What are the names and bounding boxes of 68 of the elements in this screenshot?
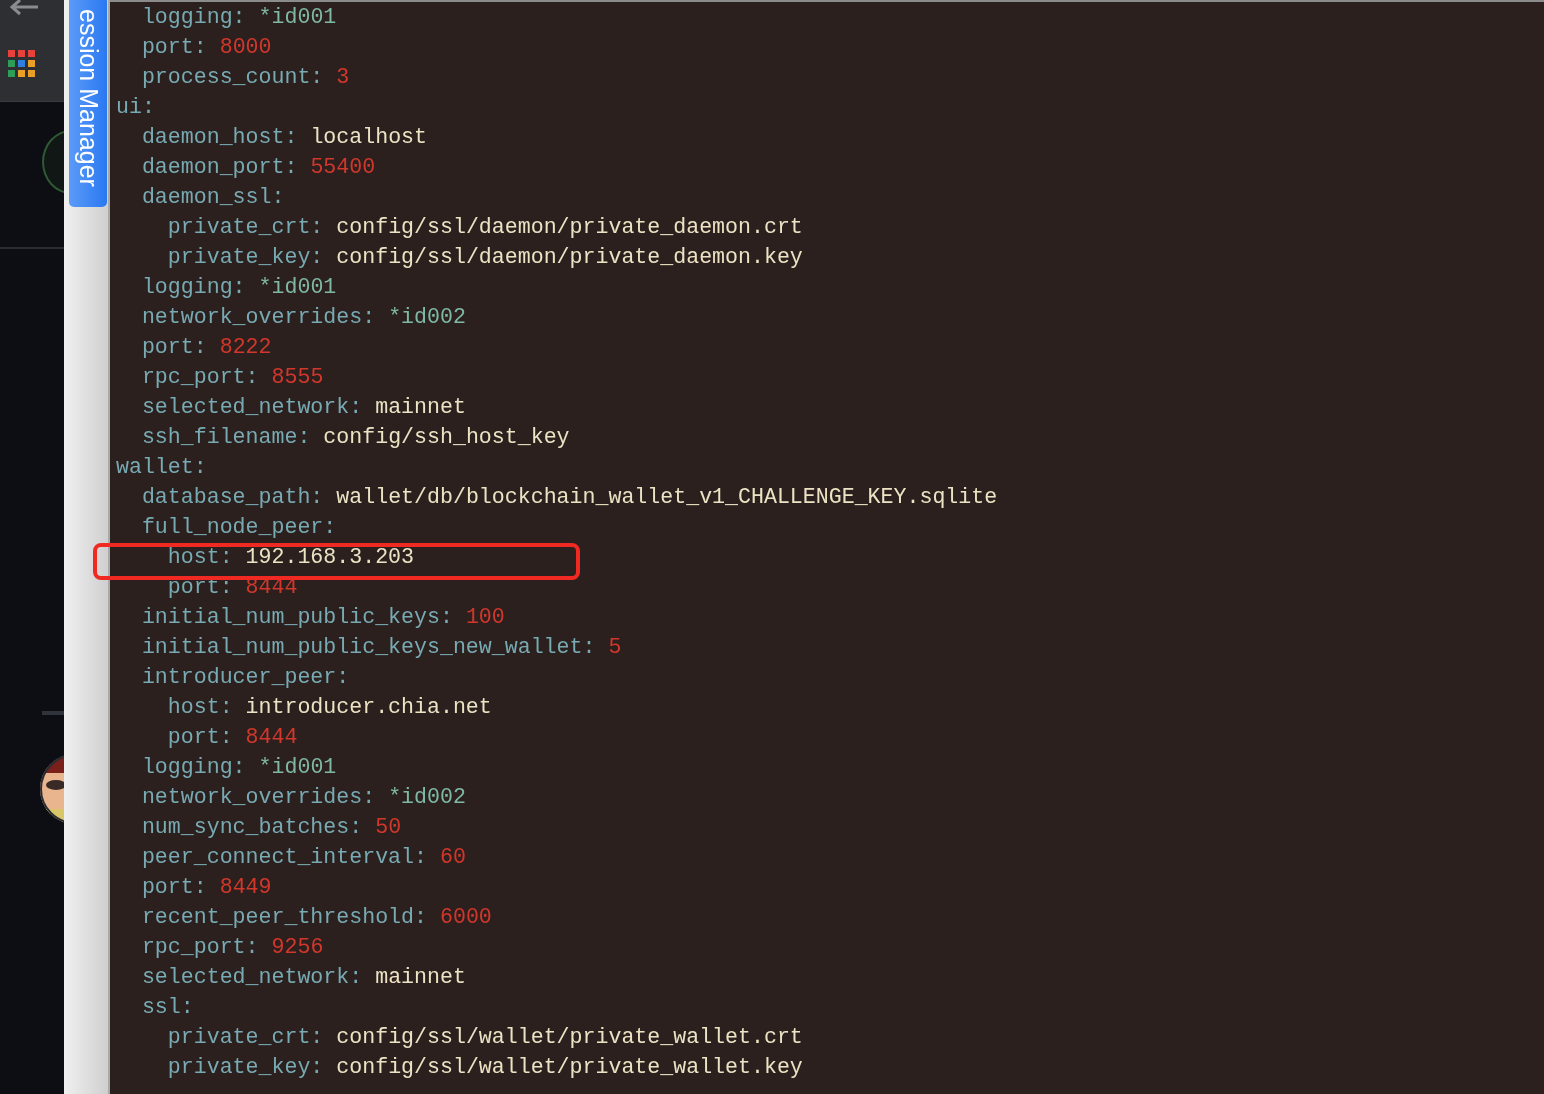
yaml-key: wallet: [116,455,207,479]
yaml-key: host: [167,545,233,569]
yaml-key: ssl: [141,995,194,1019]
yaml-key: initial_num_public_keys: [141,605,453,629]
yaml-value: *id002 [388,785,466,809]
yaml-key: private_key: [167,245,324,269]
yaml-key: private_key: [167,1055,324,1079]
yaml-key: ssh_filename: [141,425,311,449]
yaml-key: network_overrides: [141,305,376,329]
yaml-key: private_crt: [167,215,324,239]
yaml-key: daemon_port: [141,155,298,179]
yaml-key: recent_peer_threshold: [141,905,427,929]
yaml-value: 100 [465,605,505,629]
yaml-key: initial_num_public_keys_new_wallet: [141,635,596,659]
yaml-key: port: [167,575,233,599]
yaml-key: logging: [141,755,246,779]
yaml-value: *id001 [258,755,337,779]
yaml-value: 3 [336,65,350,89]
session-tab[interactable]: ession Manager [69,0,107,207]
yaml-value: wallet/db/blockchain_wallet_v1_CHALLENGE_KEY.sqlite [336,485,998,509]
yaml-value: *id001 [258,275,337,299]
yaml-key: port: [141,35,207,59]
yaml-value: 6000 [439,905,492,929]
yaml-value: 50 [375,815,402,839]
yaml-value: *id001 [258,5,337,29]
yaml-key: ui: [116,95,155,119]
yaml-key: logging: [141,275,246,299]
yaml-key: host: [167,695,233,719]
yaml-value: mainnet [375,965,466,989]
yaml-value: 60 [439,845,466,869]
yaml-value: config/ssl/daemon/private_daemon.key [336,245,803,269]
yaml-key: selected_network: [141,395,363,419]
yaml-key: process_count: [141,65,324,89]
apps-grid-icon[interactable] [8,50,36,78]
yaml-value: 8222 [219,335,272,359]
yaml-value: 9256 [271,935,324,959]
yaml-value: config/ssl/wallet/private_wallet.key [336,1055,803,1079]
yaml-key: port: [141,335,207,359]
yaml-key: introducer_peer: [141,665,350,689]
yaml-key: selected_network: [141,965,363,989]
yaml-key: full_node_peer: [141,515,337,539]
yaml-value: mainnet [375,395,466,419]
yaml-value: *id002 [388,305,466,329]
yaml-key: daemon_ssl: [141,185,285,209]
yaml-key: logging: [141,5,246,29]
yaml-value: config/ssl/wallet/private_wallet.crt [336,1025,803,1049]
yaml-value: localhost [310,125,428,149]
yaml-value: config/ssh_host_key [323,425,570,449]
yaml-value: 55400 [310,155,376,179]
yaml-key: daemon_host: [141,125,298,149]
yaml-value: config/ssl/daemon/private_daemon.crt [336,215,803,239]
yaml-key: database_path: [141,485,324,509]
yaml-key: num_sync_batches: [141,815,363,839]
yaml-key: rpc_port: [141,935,259,959]
yaml-value: introducer.chia.net [245,695,492,719]
back-arrow-icon[interactable] [8,0,38,16]
yaml-key: network_overrides: [141,785,376,809]
yaml-value: 8444 [245,725,298,749]
yaml-key: rpc_port: [141,365,259,389]
yaml-key: port: [167,725,233,749]
yaml-value: 8449 [219,875,272,899]
yaml-value: 8555 [271,365,324,389]
yaml-value: 192.168.3.203 [245,545,415,569]
yaml-value: 5 [608,635,622,659]
yaml-key: peer_connect_interval: [141,845,427,869]
yaml-key: port: [141,875,207,899]
yaml-key: private_crt: [167,1025,324,1049]
yaml-value: 8000 [219,35,272,59]
